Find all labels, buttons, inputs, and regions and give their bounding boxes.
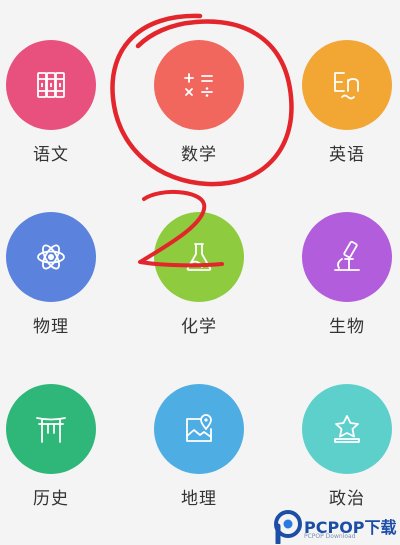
subject-tile-geography[interactable]: 地理 <box>148 384 248 534</box>
subject-circle[interactable] <box>6 212 96 302</box>
subject-grid-screen: 语文 数学 英语 物理 化学 生物 历史 地理 政治 PCPOP下载 PCPOP… <box>0 0 400 545</box>
archway-icon <box>36 417 66 443</box>
subject-label: 语文 <box>33 145 69 165</box>
subject-label: 生物 <box>329 317 365 337</box>
subject-circle[interactable] <box>302 384 392 474</box>
books-icon <box>37 72 65 98</box>
flask-icon <box>186 243 212 271</box>
atom-icon <box>37 244 65 270</box>
watermark-subtext: PCPOP Download <box>304 533 356 540</box>
subject-label: 数学 <box>181 145 217 165</box>
pcpop-logo-icon <box>274 510 302 544</box>
subject-tile-math[interactable]: 数学 <box>148 40 248 190</box>
subject-tile-chinese[interactable]: 语文 <box>0 40 100 190</box>
star-badge-icon <box>334 415 360 443</box>
subject-tile-physics[interactable]: 物理 <box>0 212 100 362</box>
english-en-icon <box>334 72 359 100</box>
pcpop-watermark: PCPOP下载 PCPOP Download <box>274 508 400 545</box>
subject-circle[interactable] <box>154 384 244 474</box>
subject-tile-chemistry[interactable]: 化学 <box>148 212 248 362</box>
subject-label: 地理 <box>181 489 217 509</box>
subject-circle[interactable] <box>154 40 244 130</box>
subject-tile-history[interactable]: 历史 <box>0 384 100 534</box>
subject-circle[interactable] <box>302 40 392 130</box>
subject-label: 化学 <box>181 317 217 337</box>
subject-circle[interactable] <box>302 212 392 302</box>
subject-circle[interactable] <box>6 384 96 474</box>
microscope-icon <box>334 240 360 271</box>
math-operators-icon <box>184 73 213 97</box>
subject-circle[interactable] <box>6 40 96 130</box>
subject-tile-biology[interactable]: 生物 <box>296 212 396 362</box>
subject-circle[interactable] <box>154 212 244 302</box>
subject-tile-english[interactable]: 英语 <box>296 40 396 190</box>
subject-label: 历史 <box>33 489 69 509</box>
subject-label: 物理 <box>33 317 69 337</box>
subject-label: 政治 <box>329 489 365 509</box>
map-pin-icon <box>186 414 212 442</box>
subject-label: 英语 <box>329 145 365 165</box>
